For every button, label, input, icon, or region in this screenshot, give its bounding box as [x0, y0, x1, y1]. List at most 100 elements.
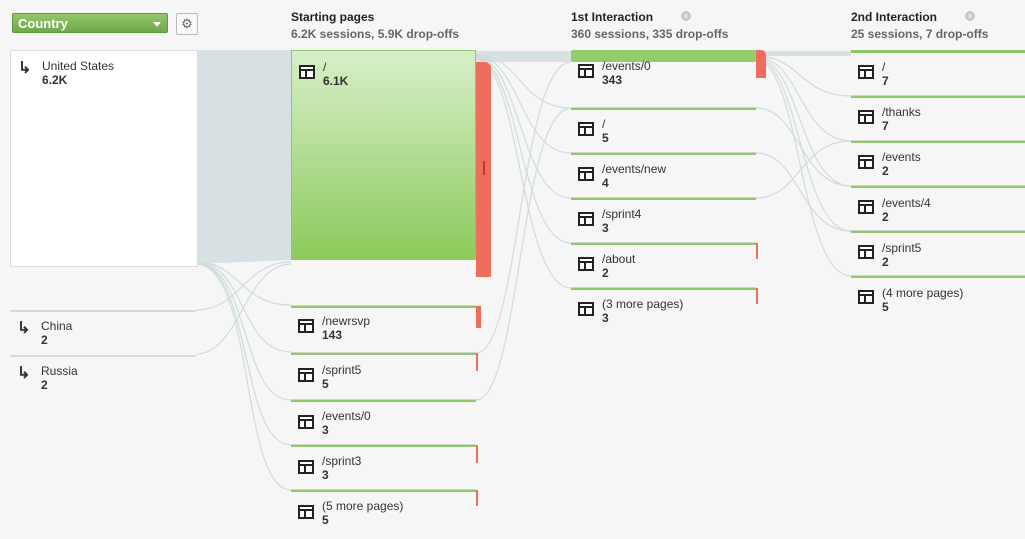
page-count: 2 — [602, 266, 609, 280]
second-node[interactable]: (4 more pages) 5 — [851, 275, 1025, 317]
country-name: Russia — [41, 364, 78, 378]
dropoff-bar[interactable] — [476, 353, 478, 371]
column-subtitle-second: 25 sessions, 7 drop-offs — [851, 27, 989, 41]
first-node[interactable]: / 5 — [571, 107, 756, 149]
country-count: 6.2K — [42, 73, 68, 87]
page-count: 5 — [602, 131, 609, 145]
dropoff-bar[interactable] — [476, 445, 478, 463]
start-node[interactable]: /events/0 3 — [291, 399, 476, 441]
page-count: 2 — [882, 210, 889, 224]
page-icon — [858, 155, 874, 169]
page-label: (5 more pages) — [322, 499, 404, 513]
start-node[interactable]: /newrsvp 143 — [291, 305, 476, 347]
flow-first-second — [756, 51, 851, 56]
first-node[interactable]: /sprint4 3 — [571, 197, 756, 239]
page-label: /events — [882, 150, 921, 164]
dropoff-marker — [483, 161, 485, 175]
page-count: 7 — [882, 74, 889, 88]
page-label: /events/0 — [602, 59, 651, 73]
close-icon[interactable]: × — [965, 11, 975, 21]
start-node[interactable]: /sprint5 5 — [291, 352, 476, 394]
page-label: /sprint5 — [322, 363, 362, 377]
page-count: 3 — [322, 468, 329, 482]
dropoff-bar[interactable] — [476, 306, 481, 328]
close-icon[interactable]: × — [681, 11, 691, 21]
page-count: 2 — [882, 255, 889, 269]
page-icon — [578, 212, 594, 226]
page-icon — [578, 257, 594, 271]
flow-us-start — [196, 50, 291, 264]
first-node[interactable]: /events/0 343 — [571, 50, 756, 98]
page-label: /events/0 — [322, 409, 371, 423]
column-title-first: 1st Interaction — [571, 10, 654, 24]
page-label: /sprint3 — [322, 454, 362, 468]
column-subtitle-starting: 6.2K sessions, 5.9K drop-offs — [291, 27, 460, 41]
page-count: 7 — [882, 119, 889, 133]
arrow-right-icon: ↳ — [17, 320, 31, 337]
page-label: / — [323, 60, 327, 74]
country-name: United States — [42, 59, 115, 73]
first-node[interactable]: (3 more pages) 3 — [571, 287, 756, 329]
column-subtitle-first: 360 sessions, 335 drop-offs — [571, 27, 729, 41]
page-count: 4 — [602, 176, 609, 190]
page-count: 5 — [882, 300, 889, 314]
second-node[interactable]: /thanks 7 — [851, 95, 1025, 137]
dropoff-bar[interactable] — [756, 288, 758, 304]
page-label: /sprint5 — [882, 241, 922, 255]
country-name: China — [41, 319, 73, 333]
page-count: 5 — [322, 513, 329, 527]
page-count: 6.1K — [323, 74, 349, 88]
dropoff-bar[interactable] — [756, 50, 766, 78]
page-icon — [858, 245, 874, 259]
page-icon — [578, 167, 594, 181]
chevron-down-icon — [153, 22, 161, 27]
page-icon — [578, 64, 594, 78]
page-label: / — [882, 60, 886, 74]
page-label: /events/new — [602, 162, 667, 176]
column-title-second: 2nd Interaction — [851, 10, 938, 24]
page-icon — [578, 302, 594, 316]
dimension-select[interactable]: Country — [12, 13, 168, 33]
page-label: / — [602, 117, 606, 131]
page-count: 5 — [322, 377, 329, 391]
start-node[interactable]: (5 more pages) 5 — [291, 489, 476, 531]
page-icon — [298, 368, 314, 382]
page-label: (4 more pages) — [882, 286, 964, 300]
page-icon — [858, 290, 874, 304]
gear-icon: ⚙ — [181, 16, 193, 31]
page-label: /sprint4 — [602, 207, 642, 221]
start-node-root[interactable]: / 6.1K — [291, 50, 476, 260]
arrow-right-icon: ↳ — [17, 365, 31, 382]
page-count: 3 — [322, 423, 329, 437]
page-icon — [298, 460, 314, 474]
settings-gear-button[interactable]: ⚙ — [176, 13, 198, 35]
page-icon — [298, 319, 314, 333]
page-label: /events/4 — [882, 196, 931, 210]
first-node[interactable]: /events/new 4 — [571, 152, 756, 194]
page-icon — [858, 200, 874, 214]
dropoff-bar[interactable] — [756, 243, 758, 259]
second-node[interactable]: / 7 — [851, 50, 1025, 92]
page-icon — [298, 505, 314, 519]
second-node[interactable]: /sprint5 2 — [851, 230, 1025, 272]
first-node[interactable]: /about 2 — [571, 242, 756, 284]
country-node-russia[interactable]: ↳ Russia 2 — [10, 357, 196, 397]
country-count: 2 — [41, 333, 48, 347]
page-label: /newrsvp — [322, 314, 371, 328]
page-icon — [858, 110, 874, 124]
page-count: 3 — [602, 311, 609, 325]
start-node[interactable]: /sprint3 3 — [291, 444, 476, 486]
second-node[interactable]: /events 2 — [851, 140, 1025, 182]
page-count: 2 — [882, 164, 889, 178]
dropoff-bar[interactable] — [476, 490, 478, 506]
page-label: /thanks — [882, 105, 921, 119]
page-icon — [299, 65, 315, 79]
country-count: 2 — [41, 378, 48, 392]
country-node-us[interactable]: ↳ United States 6.2K — [10, 50, 198, 267]
dimension-select-label: Country — [18, 16, 68, 31]
page-icon — [298, 415, 314, 429]
second-node[interactable]: /events/4 2 — [851, 185, 1025, 227]
page-count: 143 — [322, 328, 343, 342]
page-count: 343 — [602, 73, 623, 87]
country-node-china[interactable]: ↳ China 2 — [10, 312, 196, 352]
